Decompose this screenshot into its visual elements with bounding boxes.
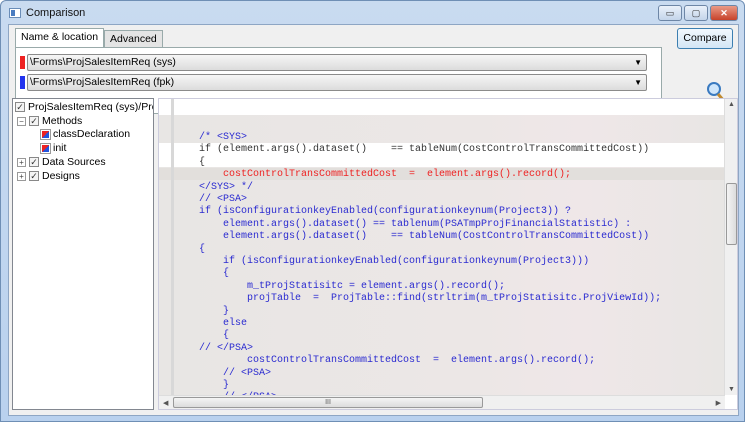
maximize-button[interactable]: ▢ bbox=[684, 5, 708, 21]
tree-node-methods[interactable]: − ✓ Methods bbox=[17, 115, 82, 127]
gutter bbox=[171, 99, 174, 395]
second-color-swatch bbox=[20, 76, 25, 89]
code-line: } bbox=[199, 380, 230, 391]
comparison-window: Comparison ▭ ▢ ✕ Name & location Advance… bbox=[0, 0, 745, 422]
code-line: costControlTransCommittedCost = element.… bbox=[199, 169, 572, 181]
code-line: else bbox=[199, 318, 248, 329]
client-area: Name & location Advanced \Forms\ProjSale… bbox=[8, 24, 739, 416]
horizontal-scroll-thumb[interactable]: III bbox=[173, 397, 483, 408]
first-element-select[interactable]: \Forms\ProjSalesItemReq (sys) ▼ bbox=[27, 54, 647, 71]
code-line: // <PSA> bbox=[199, 367, 272, 379]
code-line: } bbox=[199, 305, 230, 317]
expand-icon[interactable]: + bbox=[17, 171, 26, 181]
compare-button[interactable]: Compare bbox=[677, 28, 733, 49]
code-line: { bbox=[199, 243, 206, 255]
tree-label: Methods bbox=[42, 115, 83, 127]
code-line: </SYS> */ bbox=[199, 181, 254, 193]
scroll-up-icon[interactable]: ▲ bbox=[728, 101, 735, 108]
checkbox[interactable]: ✓ bbox=[15, 102, 25, 112]
tree-label: Designs bbox=[42, 170, 80, 182]
method-icon bbox=[40, 128, 51, 140]
code-line: if (isConfigurationkeyEnabled(configurat… bbox=[199, 256, 590, 267]
scroll-left-icon[interactable]: ◀ bbox=[163, 399, 168, 407]
horizontal-scrollbar[interactable]: ◀ III ▶ bbox=[159, 395, 725, 409]
code-line: projTable = ProjTable::find(strltrim(m_t… bbox=[199, 293, 662, 305]
tree-label: ProjSalesItemReq (sys)/ProjSalesItemReq … bbox=[28, 101, 153, 113]
code-line: { bbox=[199, 268, 230, 280]
dropdown-arrow-icon: ▼ bbox=[634, 58, 642, 67]
minimize-button[interactable]: ▭ bbox=[658, 5, 682, 21]
tree-node-designs[interactable]: + ✓ Designs bbox=[17, 170, 80, 182]
tab-name-location[interactable]: Name & location bbox=[15, 28, 105, 48]
tree-node-data-sources[interactable]: + ✓ Data Sources bbox=[17, 156, 106, 168]
code-line: if (isConfigurationkeyEnabled(configurat… bbox=[199, 206, 572, 218]
code-line: m_tProjStatisitc = element.args().record… bbox=[199, 280, 506, 292]
tree-label: classDeclaration bbox=[53, 128, 131, 140]
app-icon bbox=[9, 8, 21, 18]
expand-icon[interactable]: + bbox=[17, 157, 26, 167]
checkbox[interactable]: ✓ bbox=[29, 116, 39, 126]
code-line: { bbox=[199, 156, 206, 168]
tab-advanced[interactable]: Advanced bbox=[104, 30, 163, 48]
scroll-down-icon[interactable]: ▼ bbox=[728, 386, 735, 393]
code-line: /* <SYS> bbox=[199, 132, 248, 143]
vertical-scroll-thumb[interactable] bbox=[726, 183, 737, 245]
code-line: if (element.args().dataset() == tableNum… bbox=[199, 144, 650, 156]
code-diff-view[interactable]: /* <SYS> if (element.args().dataset() == … bbox=[158, 98, 738, 410]
tree-root[interactable]: ✓ProjSalesItemReq (sys)/ProjSalesItemReq… bbox=[15, 101, 153, 113]
tree-node-init[interactable]: init bbox=[40, 142, 67, 154]
second-element-select[interactable]: \Forms\ProjSalesItemReq (fpk) ▼ bbox=[27, 74, 647, 91]
select-value: \Forms\ProjSalesItemReq (sys) bbox=[30, 56, 176, 68]
vertical-scrollbar[interactable]: ▲ ▼ bbox=[724, 99, 737, 395]
tree-node-classdeclaration[interactable]: classDeclaration bbox=[40, 128, 131, 140]
scroll-right-icon[interactable]: ▶ bbox=[716, 399, 721, 407]
code-line: // </PSA> bbox=[199, 342, 254, 354]
first-color-swatch bbox=[20, 56, 25, 69]
code-line: element.args().dataset() == tableNum(Cos… bbox=[199, 231, 650, 243]
code-line: costControlTransCommittedCost = element.… bbox=[199, 355, 596, 367]
dropdown-arrow-icon: ▼ bbox=[634, 78, 642, 87]
window-title: Comparison bbox=[26, 7, 86, 19]
code-line: // <PSA> bbox=[199, 194, 248, 205]
code-line: { bbox=[199, 330, 230, 342]
close-button[interactable]: ✕ bbox=[710, 5, 738, 21]
select-value: \Forms\ProjSalesItemReq (fpk) bbox=[30, 76, 175, 88]
tree-label: init bbox=[53, 142, 67, 154]
element-tree: ✓ProjSalesItemReq (sys)/ProjSalesItemReq… bbox=[12, 98, 154, 410]
code-line: element.args().dataset() == tablenum(PSA… bbox=[199, 218, 632, 230]
checkbox[interactable]: ✓ bbox=[29, 157, 39, 167]
method-icon bbox=[40, 142, 51, 154]
checkbox[interactable]: ✓ bbox=[29, 171, 39, 181]
collapse-icon[interactable]: − bbox=[17, 116, 26, 126]
tree-label: Data Sources bbox=[42, 156, 106, 168]
title-bar: Comparison bbox=[9, 5, 85, 21]
